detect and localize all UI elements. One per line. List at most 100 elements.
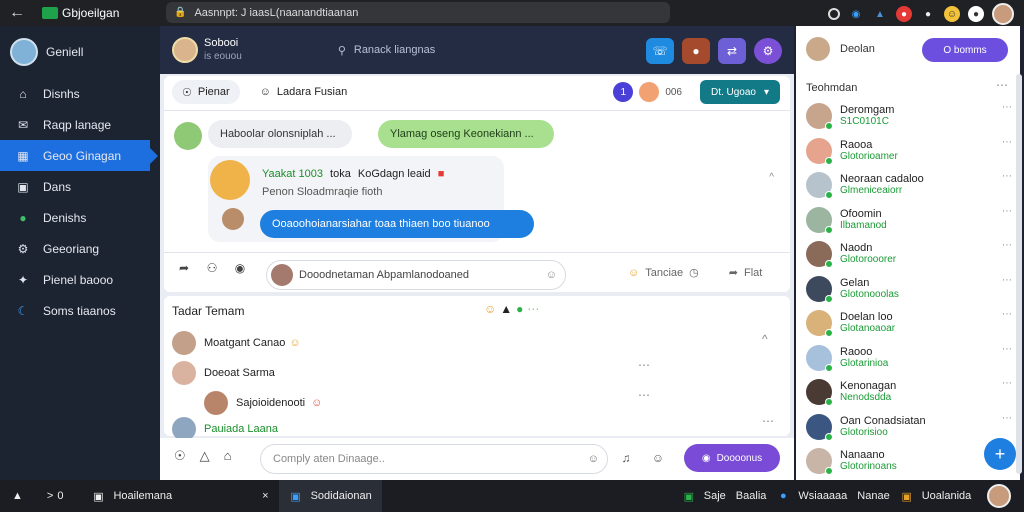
share-icon[interactable]: ➦ [172, 256, 196, 280]
extension-icon[interactable]: ◉ [848, 6, 864, 22]
avatar[interactable] [806, 37, 830, 61]
more-icon[interactable]: ⋯ [1002, 275, 1012, 286]
mic-icon[interactable]: ♫ [614, 446, 638, 470]
more-icon[interactable]: ⋯ [1002, 171, 1012, 182]
tab-label: Ladara Fusian [276, 86, 348, 98]
info-badge-icon[interactable]: 1 [613, 82, 634, 102]
contact-item[interactable]: Raooo Glotarinioa ⋯ [806, 342, 1012, 374]
more-icon[interactable]: ⋯ [1002, 240, 1012, 251]
contact-item[interactable]: NanaanoGlotorinoans⋯ [806, 445, 1012, 477]
comment-input[interactable]: Dooodnetaman Abpamlanodoaned ☺ [266, 260, 566, 290]
contact-item[interactable]: Naodn Glotorooorer ⋯ [806, 238, 1012, 270]
terminal-icon[interactable]: > 0 [47, 490, 64, 502]
tag-icon[interactable]: ● [896, 6, 912, 22]
taskbar-item[interactable]: ▣ Saje [682, 489, 726, 503]
contact-item[interactable]: Kenonagan Nenodsdda ⋯ [806, 376, 1012, 408]
user-avatar[interactable] [992, 3, 1014, 25]
post-label[interactable]: Flat [744, 267, 762, 279]
more-icon[interactable]: ⋯ [1002, 102, 1012, 113]
sidebar-item-chat[interactable]: ▦ Geoo Ginagan [0, 140, 158, 171]
avatar-button[interactable]: ● [682, 38, 710, 64]
more-icon[interactable]: ⋯ [527, 302, 539, 316]
chevron-up-icon[interactable]: ^ [762, 332, 768, 346]
list-item[interactable]: Doeoat Sarma [172, 358, 275, 388]
more-icon[interactable]: ⋯ [1002, 137, 1012, 148]
more-icon[interactable]: ⋯ [762, 414, 774, 428]
compass-icon[interactable]: ☉ [174, 448, 186, 464]
share-icon[interactable]: ➦ [729, 266, 738, 279]
triangle-icon[interactable]: △ [200, 448, 210, 464]
sticker-icon[interactable]: ☺ [646, 446, 670, 470]
taskbar-item[interactable]: Nanae [857, 490, 889, 502]
tab-primary[interactable]: ☉ Pienar [172, 80, 240, 104]
address-bar[interactable]: 🔒 Aasnnpt: J iaasL(naanandtiaanan [166, 2, 670, 23]
sidebar-item-bookmarks[interactable]: ▣ Dans [0, 171, 160, 202]
contact-item[interactable]: Neoraan cadaloo Glmeniceaiorr ⋯ [806, 169, 1012, 201]
message-bubble[interactable]: Ooaoohoianarsiahar toaa thiaen boo tiuan… [260, 210, 534, 238]
arrow-left-icon[interactable]: ← [0, 4, 34, 22]
person-icon[interactable]: ⚇ [200, 256, 224, 280]
chat-search[interactable]: ⚲ Ranack liangnas [338, 44, 435, 57]
more-icon[interactable]: ⋯ [638, 388, 650, 402]
bell-icon[interactable]: ● [920, 6, 936, 22]
sidebar-item-mail[interactable]: ✉ Raqp lanage [0, 109, 160, 140]
emoji-icon[interactable]: ☺ [546, 269, 557, 281]
chevron-up-icon[interactable]: ^ [769, 172, 774, 183]
taskbar-item[interactable]: ▣ Hoailemana × [91, 489, 268, 503]
add-button[interactable]: + [984, 438, 1016, 470]
taskbar-item[interactable]: Baalia [736, 490, 767, 502]
emoji-icon[interactable]: ☺ [588, 453, 599, 465]
user-avatar[interactable] [987, 484, 1012, 508]
smile-icon[interactable]: ☺ [484, 302, 496, 316]
sidebar-item-globe[interactable]: ● Denishs [0, 202, 160, 233]
message-bubble[interactable]: Ylamag oseng Keonekiann ... [378, 120, 554, 148]
sidebar-profile[interactable]: Geniell [0, 26, 160, 78]
badge-icon[interactable]: ● [968, 6, 984, 22]
contact-item[interactable]: Raooa Glotorioamer ⋯ [806, 135, 1012, 167]
message-input[interactable]: Comply aten Dinaage.. ☺ [260, 444, 608, 474]
more-icon[interactable]: ⋯ [1002, 378, 1012, 389]
taskbar-item[interactable]: ▣ Sodidaionan [278, 480, 382, 512]
sidebar-item-home[interactable]: ⌂ Disnhs [0, 78, 160, 109]
contact-item[interactable]: Deromgam S1C0101C ⋯ [806, 100, 1012, 132]
send-button[interactable]: ◉ Doooonus [684, 444, 780, 472]
camera-icon[interactable]: ◉ [228, 256, 252, 280]
contact-item[interactable]: Oan Conadsiatan Glotorisioo ⋯ [806, 411, 1012, 443]
home-icon[interactable]: ⌂ [224, 448, 232, 464]
taskbar-item[interactable]: ▣ Uoalanida [900, 489, 972, 503]
panel-action-button[interactable]: O bomms [922, 38, 1008, 62]
update-button[interactable]: Dt. Ugoao ▾ [700, 80, 780, 104]
translate-button[interactable]: ⇄ [718, 38, 746, 64]
close-icon[interactable]: × [262, 490, 268, 502]
green-dot-icon[interactable]: ● [516, 302, 523, 316]
scrollbar[interactable] [1016, 74, 1022, 474]
list-item[interactable]: Moatgant Canao ☺ [172, 328, 301, 358]
more-icon[interactable]: ⋯ [1002, 344, 1012, 355]
more-icon[interactable]: ⋯ [1002, 413, 1012, 424]
more-icon[interactable]: ⋯ [1002, 206, 1012, 217]
emoji-icon[interactable]: ☺ [944, 6, 960, 22]
shield-icon[interactable]: ▲ [872, 6, 888, 22]
sidebar-item-theme[interactable]: ☾ Soms tiaanos [0, 295, 160, 326]
contact-item[interactable]: Gelan Glotonooolas ⋯ [806, 273, 1012, 305]
refresh-icon[interactable] [828, 8, 840, 20]
sidebar-item-groups[interactable]: ⚙ Geeoriang [0, 233, 160, 264]
orange-badge-icon[interactable] [639, 82, 660, 102]
avatar[interactable] [172, 37, 198, 63]
avatar[interactable] [174, 122, 202, 150]
message-bubble[interactable]: Haboolar olonsniplah ... [208, 120, 352, 148]
taskbar-item[interactable]: ● Wsiaaaaa [776, 489, 847, 503]
more-icon[interactable]: ⋯ [1002, 309, 1012, 320]
sidebar-item-settings[interactable]: ✦ Pienel baooo [0, 264, 160, 295]
tab-secondary[interactable]: ☺ Ladara Fusian [250, 80, 358, 104]
more-icon[interactable]: ⋯ [638, 358, 650, 372]
more-icon[interactable]: ⋯ [996, 78, 1008, 92]
clock-icon[interactable]: ◷ [689, 266, 699, 279]
contact-item[interactable]: Ofoomin Ilbamanod ⋯ [806, 204, 1012, 236]
shield-icon[interactable]: ▲ [12, 490, 23, 502]
settings-button[interactable]: ⚙ [754, 38, 782, 64]
reaction-icon[interactable]: ☺ [628, 267, 639, 279]
contact-item[interactable]: Doelan loo Glotanoaoar ⋯ [806, 307, 1012, 339]
call-button[interactable]: ☏ [646, 38, 674, 64]
like-icon[interactable]: ▲ [500, 302, 512, 316]
